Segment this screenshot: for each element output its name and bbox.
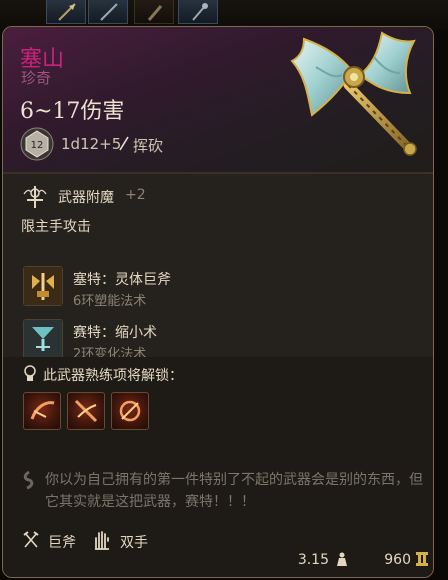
spell-reduce[interactable] bbox=[23, 319, 63, 359]
slashing-icon bbox=[119, 136, 129, 151]
hotbar-slot-1[interactable] bbox=[46, 0, 86, 24]
battleaxe-icon bbox=[290, 31, 417, 156]
item-rarity: 珍奇 bbox=[21, 69, 52, 87]
die-label: 12 bbox=[31, 140, 44, 151]
two-handed-icon bbox=[95, 531, 109, 550]
attack-restriction: 限主手攻击 bbox=[21, 219, 91, 235]
item-damage: 6~17伤害 bbox=[20, 99, 125, 124]
weakening-strike-icon bbox=[119, 400, 141, 422]
flavor-text: 你以为自己拥有的第一件特别了不起的武器会是别的东西，但它其实就是这把武器，赛特！… bbox=[45, 472, 423, 510]
gold-icon bbox=[416, 552, 428, 566]
spiritual-axe-icon bbox=[24, 267, 62, 305]
hotbar-slot-4[interactable] bbox=[178, 0, 218, 24]
property-label: 巨斧 bbox=[48, 535, 76, 551]
weapon-enchant-icon bbox=[23, 186, 47, 208]
crossed-axes-icon bbox=[23, 531, 39, 548]
weight-icon bbox=[337, 552, 347, 566]
spell-school: 6环塑能法术 bbox=[73, 294, 147, 309]
hotbar-slot-3[interactable] bbox=[134, 0, 174, 24]
spell-name: 塞特：灵体巨斧 bbox=[73, 272, 171, 288]
spell-spiritual-axe[interactable] bbox=[23, 266, 63, 306]
mastery-action-1[interactable] bbox=[23, 392, 61, 430]
damage-dice: 1d12+5 bbox=[61, 135, 122, 153]
cleave-icon bbox=[30, 401, 55, 420]
damage-type: 挥砍 bbox=[133, 137, 164, 155]
tooltip-header: 塞山 珍奇 6~17伤害 12 1d12+5 挥砍 bbox=[3, 27, 433, 172]
item-tooltip: 塞山 珍奇 6~17伤害 12 1d12+5 挥砍 武器附魔 +2 限主手攻击 … bbox=[2, 26, 434, 578]
dagger-icon bbox=[147, 5, 163, 21]
mastery-label: 此武器熟练项将解锁： bbox=[43, 368, 183, 384]
spell-name: 赛特：缩小术 bbox=[73, 325, 157, 341]
mastery-icon bbox=[24, 365, 36, 381]
spear-icon bbox=[58, 3, 76, 21]
item-value: 960 bbox=[384, 552, 411, 568]
reduce-icon bbox=[24, 320, 62, 358]
item-weight: 3.15 bbox=[297, 552, 329, 568]
enchant-section: 武器附魔 +2 限主手攻击 塞特：灵体巨斧 6环塑能法术 赛特：缩小术 2环变化… bbox=[3, 174, 433, 362]
mastery-action-3[interactable] bbox=[111, 392, 149, 430]
mastery-action-2[interactable] bbox=[67, 392, 105, 430]
hotbar-slot-2[interactable] bbox=[88, 0, 128, 24]
property-label: 双手 bbox=[120, 535, 148, 551]
mace-icon bbox=[192, 3, 208, 21]
quote-icon bbox=[23, 470, 34, 490]
lacerate-icon bbox=[74, 399, 98, 423]
enchant-bonus: +2 bbox=[125, 187, 146, 203]
sword-icon bbox=[100, 3, 118, 21]
details-section: 此武器熟练项将解锁： 你以为自己拥有的第一件特别了不起的武器会是别的东西，但它其… bbox=[3, 357, 433, 577]
d12-die-icon: 12 bbox=[20, 127, 54, 161]
enchant-label: 武器附魔 bbox=[58, 190, 114, 206]
